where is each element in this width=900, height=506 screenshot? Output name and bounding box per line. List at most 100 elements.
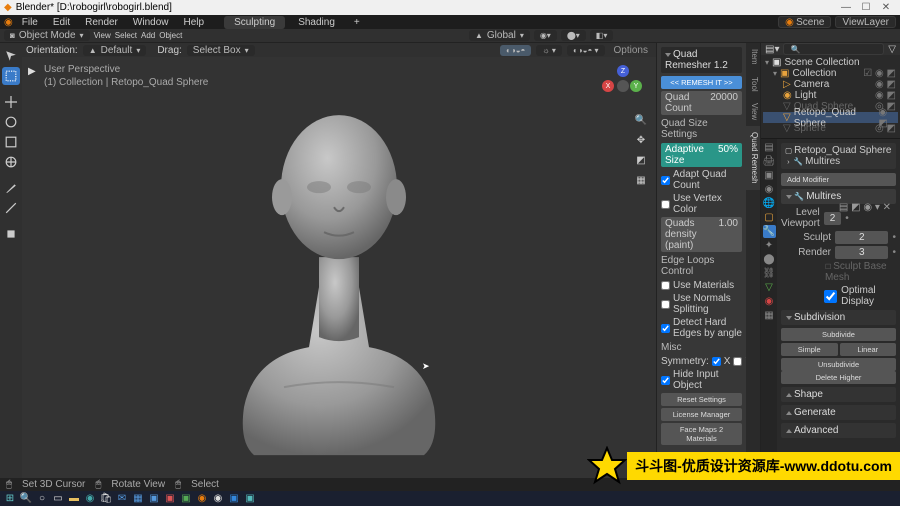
- mode-select[interactable]: ◙ Object Mode ▾: [4, 30, 90, 41]
- menu-help[interactable]: Help: [177, 17, 210, 28]
- tb-app2[interactable]: ▣: [179, 492, 193, 505]
- menu-render[interactable]: Render: [79, 17, 124, 28]
- quadcount-field[interactable]: Quad Count20000: [661, 91, 742, 115]
- tb-app3[interactable]: ▣: [227, 492, 241, 505]
- orientation-select[interactable]: ▲ Global ▾: [469, 30, 530, 41]
- outliner-search[interactable]: 🔍: [783, 43, 884, 55]
- linear-btn[interactable]: Linear: [840, 343, 897, 356]
- tb-chrome[interactable]: ◉: [211, 492, 225, 505]
- shading-modes[interactable]: ◐◑◒◓: [500, 45, 531, 56]
- ol-collection[interactable]: ▾▣Collection☑ ◉ ◩: [763, 68, 898, 79]
- gizmo-z[interactable]: Z: [617, 65, 629, 77]
- sym-x-cb[interactable]: [712, 357, 721, 366]
- tool-cursor[interactable]: [2, 47, 20, 65]
- tb-mail[interactable]: ✉: [115, 492, 129, 505]
- shape-header[interactable]: Shape: [781, 387, 896, 402]
- tb-app4[interactable]: ▣: [243, 492, 257, 505]
- tab-shading[interactable]: Shading: [288, 16, 345, 29]
- vertexcolor-cb[interactable]: [661, 200, 670, 209]
- subdivide-btn[interactable]: Subdivide: [781, 328, 896, 341]
- prop-breadcrumb[interactable]: ▢ Retopo_Quad Sphere › 🔧 Multires: [781, 143, 896, 169]
- np-header[interactable]: Quad Remesher 1.2: [661, 47, 742, 73]
- tab-sculpting[interactable]: Sculpting: [224, 16, 285, 29]
- lvlviewport-val[interactable]: 2: [824, 212, 842, 225]
- simple-btn[interactable]: Simple: [781, 343, 838, 356]
- tb-taskview[interactable]: ▭: [51, 492, 65, 505]
- overlay-toggles[interactable]: ☼ ▾: [536, 45, 562, 56]
- usematerials-cb[interactable]: [661, 281, 670, 290]
- menu-file[interactable]: File: [16, 17, 44, 28]
- gizmo-x[interactable]: X: [602, 80, 614, 92]
- tool-annotate[interactable]: [2, 179, 20, 197]
- facemaps-button[interactable]: Face Maps 2 Materials: [661, 423, 742, 445]
- shading-select[interactable]: ◐◑◒◓ ▾: [567, 45, 605, 56]
- tb-blender[interactable]: ◉: [195, 492, 209, 505]
- options-label[interactable]: Options: [614, 45, 648, 56]
- sculpt-val[interactable]: 2: [835, 231, 888, 244]
- ptab-physics[interactable]: ⬤: [763, 253, 776, 266]
- ptab-viewlayer[interactable]: ▣: [763, 169, 776, 182]
- camera-icon[interactable]: ◩: [634, 153, 648, 167]
- render-val[interactable]: 3: [835, 246, 888, 259]
- sculptbase-cb[interactable]: ☐ Sculpt Base Mesh: [825, 261, 896, 283]
- nav-gizmo[interactable]: X Y Z: [604, 67, 642, 105]
- tb-app1[interactable]: ▣: [163, 492, 177, 505]
- tool-scale[interactable]: [2, 133, 20, 151]
- scene-field[interactable]: ◉ Scene: [778, 16, 831, 28]
- tb-search[interactable]: 🔍: [19, 492, 33, 505]
- ol-light[interactable]: ◉Light◉ ◩: [763, 90, 898, 101]
- generate-header[interactable]: Generate: [781, 405, 896, 420]
- menu-window[interactable]: Window: [127, 17, 175, 28]
- tool-select-box[interactable]: [2, 67, 20, 85]
- ptab-constraint[interactable]: ⛓: [763, 267, 776, 280]
- modifier-header[interactable]: 🔧 Multires▤ ◩ ◉ ▾ ✕: [781, 189, 896, 204]
- ptab-scene[interactable]: ◉: [763, 183, 776, 196]
- ptab-object[interactable]: ▢: [763, 211, 776, 224]
- persp-icon[interactable]: ▦: [634, 173, 648, 187]
- subdiv-header[interactable]: Subdivision: [781, 310, 896, 325]
- tool-move[interactable]: [2, 93, 20, 111]
- tool-measure[interactable]: [2, 199, 20, 217]
- tool-rotate[interactable]: [2, 113, 20, 131]
- hdr-view[interactable]: View: [94, 31, 111, 40]
- viewlayer-field[interactable]: ViewLayer: [835, 16, 896, 28]
- hdr-select[interactable]: Select: [115, 31, 137, 40]
- unsubdivide-btn[interactable]: Unsubdivide: [781, 358, 896, 371]
- snap-toggle[interactable]: ◉▾: [534, 30, 557, 41]
- zoom-icon[interactable]: 🔍: [634, 113, 648, 127]
- sub-orientation-val[interactable]: ▲ Default ▾: [83, 45, 147, 56]
- outliner-filter-icon[interactable]: ▽: [888, 44, 896, 55]
- tb-start[interactable]: ⊞: [3, 492, 17, 505]
- mesh-bust[interactable]: [224, 77, 454, 460]
- sub-drag-val[interactable]: Select Box ▾: [187, 45, 255, 56]
- pan-icon[interactable]: ✥: [634, 133, 648, 147]
- advanced-header[interactable]: Advanced: [781, 423, 896, 438]
- ol-retopo[interactable]: ▽Retopo_Quad Sphere◉ ◩: [763, 112, 898, 123]
- density-field[interactable]: Quads density (paint)1.00: [661, 217, 742, 252]
- deletehigher-btn[interactable]: Delete Higher: [781, 371, 896, 384]
- ol-camera[interactable]: ▷Camera◉ ◩: [763, 79, 898, 90]
- ol-scenecollection[interactable]: ▾▣Scene Collection: [763, 57, 898, 68]
- pivot-select[interactable]: ◧▾: [590, 30, 614, 41]
- gizmo-center[interactable]: [617, 80, 629, 92]
- add-modifier-btn[interactable]: Add Modifier: [781, 173, 896, 186]
- optimal-cb[interactable]: [824, 290, 837, 303]
- ptab-texture[interactable]: ▦: [763, 309, 776, 322]
- play-icon[interactable]: ▶: [28, 65, 36, 78]
- tb-edge[interactable]: ◉: [83, 492, 97, 505]
- 3d-viewport[interactable]: Orientation: ▲ Default ▾ Drag: Select Bo…: [22, 43, 656, 478]
- proportional-toggle[interactable]: ⬤▾: [561, 30, 586, 41]
- np-tab-tool[interactable]: Tool: [746, 71, 760, 98]
- ptab-render[interactable]: ▤: [763, 141, 776, 154]
- tool-transform[interactable]: [2, 153, 20, 171]
- ptab-modifier[interactable]: 🔧: [763, 225, 776, 238]
- hideinput-cb[interactable]: [661, 376, 670, 385]
- close-btn[interactable]: ✕: [876, 2, 896, 13]
- ptab-particle[interactable]: ✦: [763, 239, 776, 252]
- adaptcount-cb[interactable]: [661, 176, 670, 185]
- np-tab-item[interactable]: Item: [746, 43, 760, 71]
- tb-store[interactable]: 🛍: [99, 492, 113, 505]
- adaptsize-field[interactable]: Adaptive Size50%: [661, 143, 742, 167]
- remesh-button[interactable]: << REMESH IT >>: [661, 76, 742, 89]
- ptab-world[interactable]: 🌐: [763, 197, 776, 210]
